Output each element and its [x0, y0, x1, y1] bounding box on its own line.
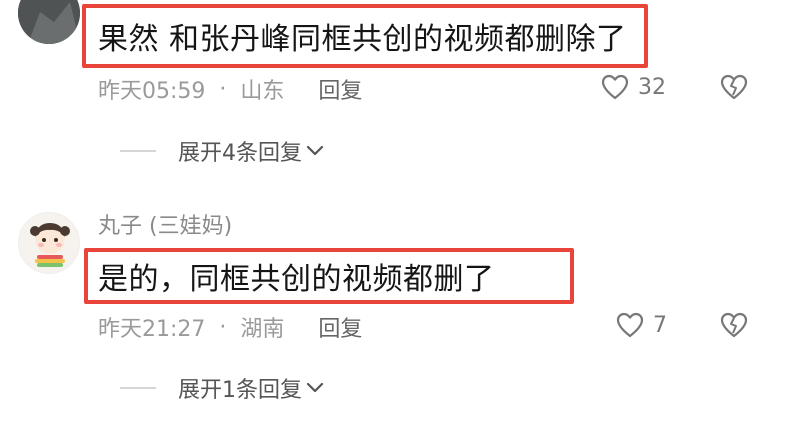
divider-line	[120, 387, 156, 389]
comment-time: 昨天05:59	[98, 79, 206, 104]
comment-location: 湖南	[240, 317, 285, 342]
like-button[interactable]: 32	[600, 73, 666, 101]
expand-replies-button[interactable]: 展开4条回复	[120, 135, 324, 167]
comment-username[interactable]: 丸子 (三娃妈)	[98, 208, 232, 240]
meta-separator: ·	[219, 314, 227, 340]
comment-thread: 果然 和张丹峰同框共创的视频都删除了 昨天05:59 · 山东 回复 32 展开…	[0, 0, 800, 425]
chevron-down-icon	[306, 145, 324, 156]
comment-meta: 昨天05:59 · 山东 回复	[98, 73, 362, 105]
comment-time: 昨天21:27	[98, 317, 206, 342]
heart-outline-icon	[601, 74, 629, 100]
like-count: 32	[638, 74, 666, 100]
meta-separator: ·	[219, 76, 227, 102]
comment-meta: 昨天21:27 · 湖南 回复	[98, 311, 362, 343]
expand-replies-label: 展开1条回复	[178, 378, 302, 403]
comment-text: 果然 和张丹峰同框共创的视频都删除了	[98, 22, 627, 57]
dislike-button[interactable]	[719, 73, 749, 101]
avatar[interactable]	[18, 212, 80, 274]
reply-button[interactable]: 回复	[318, 73, 362, 105]
expand-replies-button[interactable]: 展开1条回复	[120, 372, 324, 404]
comment-location: 山东	[240, 79, 285, 104]
avatar[interactable]	[18, 0, 80, 44]
heart-outline-icon	[616, 312, 644, 338]
comment-text: 是的，同框共创的视频都删了	[98, 262, 495, 297]
broken-heart-icon	[720, 74, 748, 100]
expand-replies-label: 展开4条回复	[178, 141, 302, 166]
dislike-button[interactable]	[719, 311, 749, 339]
chevron-down-icon	[306, 382, 324, 393]
like-button[interactable]: 7	[615, 311, 667, 339]
reply-button[interactable]: 回复	[318, 311, 362, 343]
divider-line	[120, 150, 156, 152]
broken-heart-icon	[720, 312, 748, 338]
like-count: 7	[653, 312, 667, 338]
